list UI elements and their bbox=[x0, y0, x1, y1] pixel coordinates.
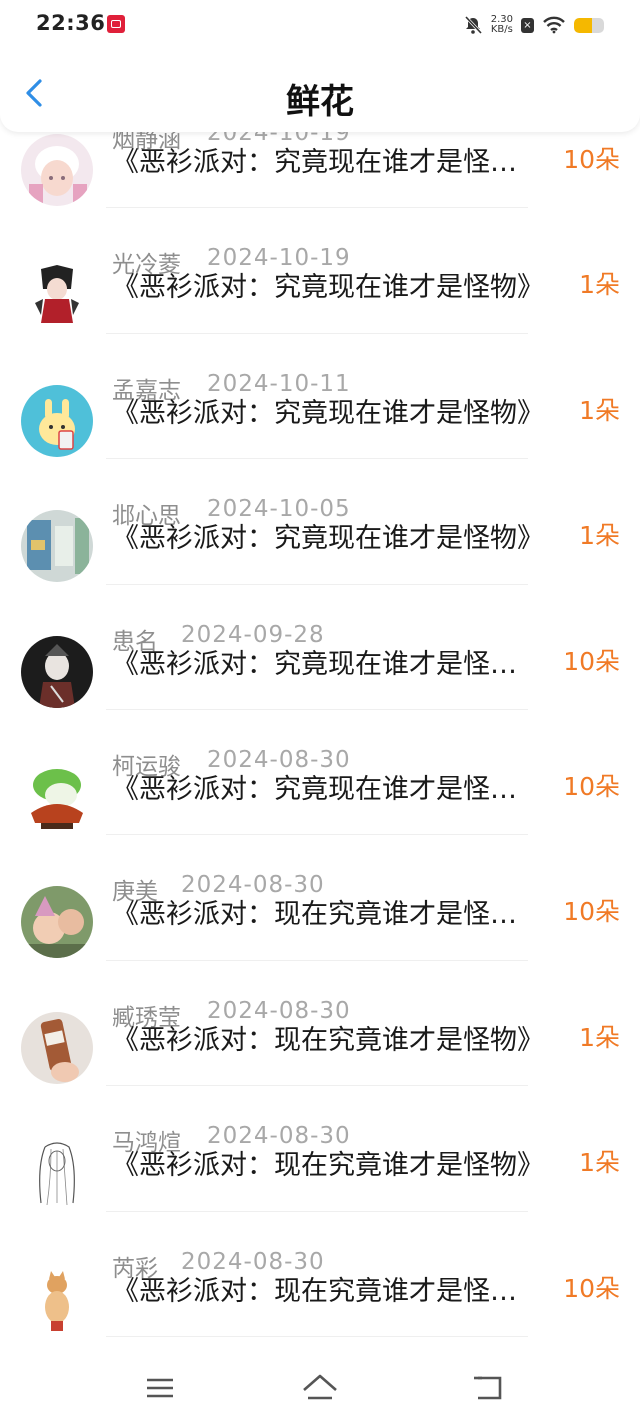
flower-count: 1朵 bbox=[579, 1022, 620, 1052]
avatar bbox=[21, 886, 93, 959]
sim-off-icon: × bbox=[521, 17, 534, 33]
list-item[interactable]: 柯运骏 2024-08-30 《恶衫派对：究竟现在谁才是怪物》 10朵 bbox=[0, 709, 640, 836]
system-nav-bar bbox=[0, 1350, 640, 1427]
net-speed-unit: KB/s bbox=[490, 24, 513, 35]
book-title: 《恶衫派对：现在究竟谁才是怪物》 bbox=[112, 1275, 532, 1307]
avatar bbox=[21, 384, 93, 457]
book-title: 《恶衫派对：究竟现在谁才是怪物》 bbox=[112, 523, 544, 555]
book-title: 《恶衫派对：现在究竟谁才是怪物》 bbox=[112, 1024, 544, 1056]
flower-count: 10朵 bbox=[563, 145, 620, 174]
avatar bbox=[21, 760, 93, 833]
page-title: 鲜花 bbox=[286, 82, 354, 122]
divider bbox=[106, 1335, 528, 1337]
list-item[interactable]: 孟嘉志 2024-10-11 《恶衫派对：究竟现在谁才是怪物》 1朵 bbox=[0, 333, 640, 460]
avatar bbox=[21, 259, 93, 332]
flower-count: 10朵 bbox=[563, 771, 620, 801]
avatar bbox=[21, 134, 93, 206]
flower-count: 1朵 bbox=[579, 270, 620, 300]
list-item[interactable]: 光冷菱 2024-10-19 《恶衫派对：究竟现在谁才是怪物》 1朵 bbox=[0, 207, 640, 334]
list-item[interactable]: 患名 2024-09-28 《恶衫派对：究竟现在谁才是怪物》 10朵 bbox=[0, 584, 640, 710]
list-item[interactable]: 芮彩 2024-08-30 《恶衫派对：现在究竟谁才是怪物》 10朵 bbox=[0, 1211, 640, 1337]
list-item[interactable]: 臧琇莹 2024-08-30 《恶衫派对：现在究竟谁才是怪物》 1朵 bbox=[0, 960, 640, 1087]
book-title: 《恶衫派对：现在究竟谁才是怪物》 bbox=[112, 1150, 544, 1182]
book-title: 《恶衫派对：究竟现在谁才是怪物》 bbox=[112, 147, 532, 178]
home-icon[interactable] bbox=[300, 1370, 340, 1406]
menu-icon[interactable] bbox=[140, 1370, 180, 1406]
avatar bbox=[21, 1137, 93, 1210]
avatar bbox=[21, 635, 93, 708]
avatar bbox=[21, 1262, 93, 1335]
net-speed: 2.30 KB/s bbox=[491, 15, 513, 35]
mute-bell-icon bbox=[464, 15, 482, 35]
wifi-icon bbox=[543, 16, 565, 34]
top-bar: 鲜花 bbox=[0, 50, 640, 132]
avatar bbox=[21, 1011, 93, 1084]
flower-count: 1朵 bbox=[579, 521, 620, 551]
book-title: 《恶衫派对：现在究竟谁才是怪物》 bbox=[112, 899, 532, 931]
flower-count: 10朵 bbox=[563, 646, 620, 676]
status-bar: 22:36 2.30 KB/s × bbox=[0, 0, 640, 50]
list-item[interactable]: 庚美 2024-08-30 《恶衫派对：现在究竟谁才是怪物》 10朵 bbox=[0, 834, 640, 961]
return-icon[interactable] bbox=[468, 1370, 508, 1406]
app-notification-icon bbox=[107, 15, 125, 33]
list-item[interactable]: 马鸿煊 2024-08-30 《恶衫派对：现在究竟谁才是怪物》 1朵 bbox=[0, 1085, 640, 1212]
flower-count: 1朵 bbox=[579, 1148, 620, 1178]
status-icons: 2.30 KB/s × bbox=[463, 13, 604, 37]
book-title: 《恶衫派对：究竟现在谁才是怪物》 bbox=[112, 397, 544, 429]
flower-count: 10朵 bbox=[563, 1273, 620, 1303]
list-item[interactable]: 邶心思 2024-10-05 《恶衫派对：究竟现在谁才是怪物》 1朵 bbox=[0, 458, 640, 585]
flower-count: 1朵 bbox=[579, 395, 620, 425]
book-title: 《恶衫派对：究竟现在谁才是怪物》 bbox=[112, 648, 532, 680]
battery-icon bbox=[574, 17, 604, 33]
flower-count: 10朵 bbox=[563, 897, 620, 927]
avatar bbox=[21, 510, 93, 583]
book-title: 《恶衫派对：究竟现在谁才是怪物》 bbox=[112, 773, 532, 805]
book-title: 《恶衫派对：究竟现在谁才是怪物》 bbox=[112, 272, 544, 304]
status-time: 22:36 bbox=[36, 11, 106, 35]
flower-record-list: 烟静涵 2024-10-19 《恶衫派对：究竟现在谁才是怪物》 10朵 光冷菱 … bbox=[0, 112, 640, 1366]
